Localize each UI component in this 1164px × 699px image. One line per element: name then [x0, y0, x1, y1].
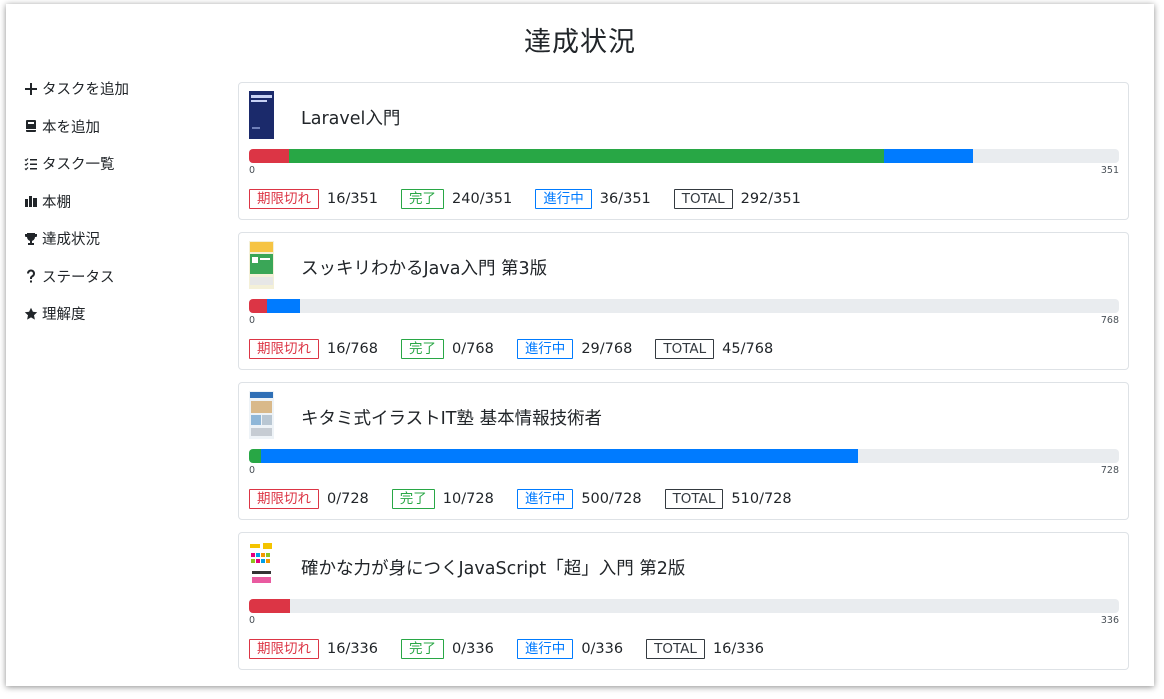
in-progress-badge: 進行中: [516, 639, 574, 659]
question-icon: [24, 269, 38, 283]
progress-bar: [249, 149, 1119, 163]
book-cover-image: [249, 241, 274, 289]
progress-axis-min: 0: [249, 465, 256, 476]
progress-bar: [249, 449, 1119, 463]
sidebar-item-label: ステータス: [42, 269, 115, 286]
sidebar-item-label: 本棚: [42, 194, 71, 211]
progress-segment-expired: [249, 149, 289, 163]
progress-axis-min: 0: [249, 615, 256, 626]
book-cover-image: [249, 91, 274, 139]
done-count: 10/728: [442, 491, 494, 507]
total-count: 16/336: [712, 641, 764, 657]
expired-badge: 期限切れ: [249, 639, 319, 659]
expired-count: 16/351: [327, 191, 379, 207]
in-progress-count: 36/351: [599, 191, 651, 207]
in-progress-count: 500/728: [581, 491, 642, 507]
in-progress-count: 29/768: [581, 341, 633, 357]
sidebar-item-label: 達成状況: [42, 232, 100, 249]
done-count: 0/336: [452, 641, 494, 657]
done-badge: 完了: [401, 339, 445, 359]
expired-count: 16/768: [327, 341, 379, 357]
app-window: 達成状況 タスクを追加 本を追加 タスク一覧 本棚 達成状況 ステータス 理解度…: [6, 4, 1154, 686]
expired-count: 16/336: [327, 641, 379, 657]
in-progress-badge: 進行中: [516, 489, 574, 509]
sidebar-item-bookshelf[interactable]: 本棚: [24, 183, 224, 221]
sidebar-item-add-task[interactable]: タスクを追加: [24, 70, 224, 108]
progress-axis-min: 0: [249, 165, 256, 176]
progress-axis-max: 336: [1100, 615, 1119, 626]
expired-count: 0/728: [327, 491, 369, 507]
progress-segment-expired: [249, 599, 291, 613]
progress-axis-max: 768: [1100, 315, 1119, 326]
book-title: 確かな力が身につくJavaScript「超」入門 第2版: [301, 559, 686, 579]
bookshelf-icon: [24, 194, 38, 208]
in-progress-count: 0/336: [581, 641, 624, 657]
book-progress-card: スッキリわかるJava入門 第3版 0 768 期限切れ 16/768 完了 0…: [238, 232, 1129, 370]
sidebar-item-understanding[interactable]: 理解度: [24, 295, 224, 333]
page-title: 達成状況: [524, 27, 636, 58]
expired-badge: 期限切れ: [249, 489, 319, 509]
progress-segment-in-progress: [883, 149, 973, 163]
done-count: 240/351: [452, 191, 513, 207]
done-badge: 完了: [401, 189, 445, 209]
book-progress-card: Laravel入門 0 351 期限切れ 16/351 完了 240/351 進…: [238, 82, 1129, 220]
progress-segment-expired: [249, 299, 268, 313]
progress-bar: [249, 599, 1119, 613]
sidebar-item-label: タスク一覧: [42, 157, 115, 174]
sidebar-item-label: 本を追加: [42, 119, 100, 136]
book-cover-image: [249, 541, 274, 589]
total-badge: TOTAL: [646, 639, 705, 659]
expired-badge: 期限切れ: [249, 189, 319, 209]
progress-segment-done: [249, 449, 261, 463]
sidebar-item-achievement[interactable]: 達成状況: [24, 220, 224, 258]
done-badge: 完了: [401, 639, 445, 659]
list-check-icon: [24, 157, 38, 171]
progress-axis-max: 728: [1100, 465, 1119, 476]
book-stats: 期限切れ 0/728 完了 10/728 進行中 500/728 TOTAL 5…: [249, 489, 815, 509]
star-icon: [24, 307, 38, 321]
book-progress-card: キタミ式イラストIT塾 基本情報技術者 0 728 期限切れ 0/728 完了 …: [238, 382, 1129, 520]
book-stats: 期限切れ 16/336 完了 0/336 進行中 0/336 TOTAL 16/…: [249, 639, 787, 659]
total-badge: TOTAL: [664, 489, 724, 509]
sidebar-item-add-book[interactable]: 本を追加: [24, 108, 224, 146]
total-badge: TOTAL: [673, 189, 733, 209]
sidebar-item-task-list[interactable]: タスク一覧: [24, 145, 224, 183]
book-cover-image: [249, 391, 274, 439]
book-icon: [24, 119, 38, 133]
sidebar-item-label: タスクを追加: [42, 82, 129, 99]
total-count: 45/768: [722, 341, 774, 357]
progress-segment-done: [288, 149, 884, 163]
expired-badge: 期限切れ: [249, 339, 319, 359]
progress-bar: [249, 299, 1119, 313]
sidebar: タスクを追加 本を追加 タスク一覧 本棚 達成状況 ステータス 理解度: [24, 70, 224, 333]
achievement-list: Laravel入門 0 351 期限切れ 16/351 完了 240/351 進…: [238, 82, 1129, 682]
sidebar-item-label: 理解度: [42, 307, 86, 324]
progress-axis-min: 0: [249, 315, 256, 326]
sidebar-item-status[interactable]: ステータス: [24, 258, 224, 296]
in-progress-badge: 進行中: [535, 189, 592, 209]
progress-segment-in-progress: [260, 449, 859, 463]
progress-segment-in-progress: [267, 299, 300, 313]
trophy-icon: [24, 232, 38, 246]
done-badge: 完了: [391, 489, 435, 509]
book-title: スッキリわかるJava入門 第3版: [301, 259, 548, 279]
total-badge: TOTAL: [655, 339, 715, 359]
book-progress-card: 確かな力が身につくJavaScript「超」入門 第2版 0 336 期限切れ …: [238, 532, 1129, 670]
book-title: Laravel入門: [301, 109, 401, 129]
progress-axis-max: 351: [1100, 165, 1119, 176]
book-title: キタミ式イラストIT塾 基本情報技術者: [301, 409, 603, 429]
total-count: 292/351: [740, 191, 801, 207]
in-progress-badge: 進行中: [516, 339, 574, 359]
total-count: 510/728: [731, 491, 792, 507]
book-stats: 期限切れ 16/768 完了 0/768 進行中 29/768 TOTAL 45…: [249, 339, 796, 359]
done-count: 0/768: [452, 341, 494, 357]
plus-icon: [24, 82, 38, 96]
book-stats: 期限切れ 16/351 完了 240/351 進行中 36/351 TOTAL …: [249, 189, 824, 209]
